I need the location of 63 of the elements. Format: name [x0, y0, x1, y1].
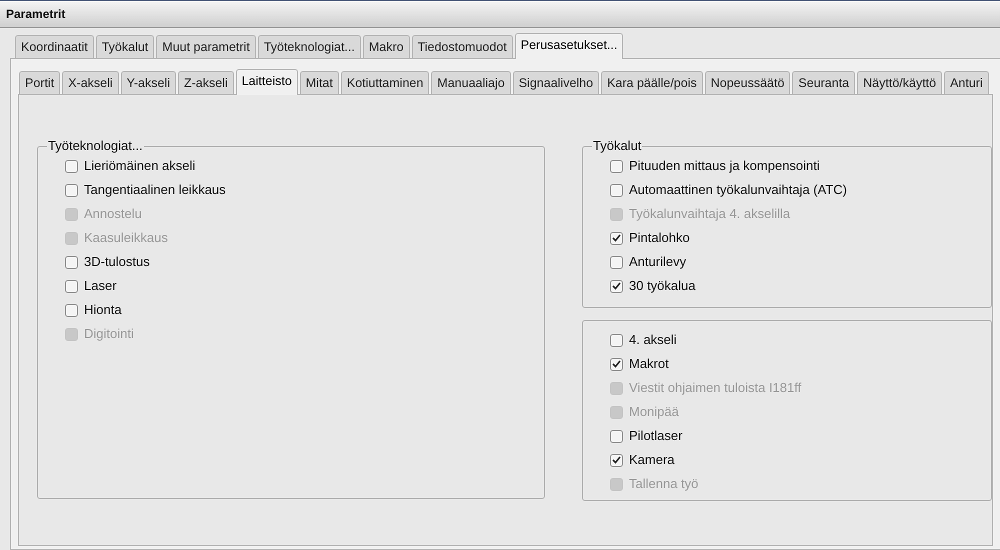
- tab[interactable]: Perusasetukset...: [514, 33, 624, 59]
- checkbox-label: Annostelu: [84, 205, 142, 224]
- tab[interactable]: Työkalut: [96, 35, 154, 58]
- check-icon: [612, 456, 621, 464]
- checkbox[interactable]: [610, 454, 623, 466]
- check-icon: [612, 234, 621, 242]
- checkbox-label: Kaasuleikkaus: [84, 229, 168, 248]
- checkbox[interactable]: [65, 160, 78, 172]
- group-title: Työteknologiat...: [47, 138, 144, 154]
- checkbox-label: Automaattinen työkalunvaihtaja (ATC): [629, 181, 847, 200]
- checkbox-label: Työkalunvaihtaja 4. akselilla: [629, 205, 790, 224]
- tab[interactable]: Signaalivelho: [512, 71, 600, 94]
- tab[interactable]: Tiedostomuodot: [412, 35, 513, 58]
- tab[interactable]: Työteknologiat...: [258, 35, 361, 58]
- checkbox-label: Pilotlaser: [629, 427, 682, 446]
- checkbox-label: 3D-tulostus: [84, 253, 150, 272]
- checkbox-label: Tallenna työ: [629, 475, 698, 494]
- tab[interactable]: Kara päälle/pois: [601, 71, 703, 94]
- checkbox[interactable]: [610, 280, 623, 292]
- checkbox-label: 30 työkalua: [629, 277, 696, 296]
- checkbox[interactable]: [610, 232, 623, 244]
- tab[interactable]: Seuranta: [792, 71, 856, 94]
- tab[interactable]: Anturi: [944, 71, 989, 94]
- checkbox-label: Pituuden mittaus ja kompensointi: [629, 157, 820, 176]
- checkbox-label: Monipää: [629, 403, 679, 422]
- checkbox-label: Kamera: [629, 451, 675, 470]
- tab[interactable]: Portit: [19, 71, 60, 94]
- tab[interactable]: Koordinaatit: [15, 35, 94, 58]
- checkbox[interactable]: [65, 256, 78, 268]
- checkbox-label: Lieriömäinen akseli: [84, 157, 196, 176]
- tab[interactable]: Z-akseli: [178, 71, 234, 94]
- checkbox-label: Digitointi: [84, 325, 134, 344]
- checkbox[interactable]: [610, 430, 623, 442]
- checkbox[interactable]: [65, 184, 78, 196]
- tab[interactable]: Nopeussäätö: [704, 71, 790, 94]
- tab[interactable]: Näyttö/käyttö: [857, 71, 942, 94]
- checkbox[interactable]: [65, 280, 78, 292]
- checkbox-label: Pintalohko: [629, 229, 690, 248]
- group-title: Työkalut: [592, 138, 642, 154]
- checkbox-label: Hionta: [84, 301, 122, 320]
- check-icon: [612, 282, 621, 290]
- checkbox-label: Makrot: [629, 355, 669, 374]
- window-title: Parametrit: [6, 6, 66, 23]
- tab[interactable]: Makro: [362, 35, 410, 58]
- tab[interactable]: Laitteisto: [236, 69, 298, 95]
- checkbox[interactable]: [610, 256, 623, 268]
- checkbox-label: Laser: [84, 277, 117, 296]
- checkbox-label: 4. akseli: [629, 331, 677, 350]
- tab[interactable]: Muut parametrit: [156, 35, 256, 58]
- checkbox[interactable]: [610, 334, 623, 346]
- tab[interactable]: X-akseli: [62, 71, 119, 94]
- checkbox-label: Tangentiaalinen leikkaus: [84, 181, 226, 200]
- tab[interactable]: Kotiuttaminen: [340, 71, 430, 94]
- checkbox[interactable]: [610, 160, 623, 172]
- checkbox[interactable]: [610, 358, 623, 370]
- checkbox-label: Viestit ohjaimen tuloista I181ff: [629, 379, 802, 398]
- tab[interactable]: Y-akseli: [120, 71, 176, 94]
- tab[interactable]: Mitat: [300, 71, 339, 94]
- checkbox[interactable]: [65, 304, 78, 316]
- check-icon: [612, 360, 621, 368]
- tab[interactable]: Manuaaliajo: [431, 71, 511, 94]
- checkbox-label: Anturilevy: [629, 253, 686, 272]
- checkbox[interactable]: [610, 184, 623, 196]
